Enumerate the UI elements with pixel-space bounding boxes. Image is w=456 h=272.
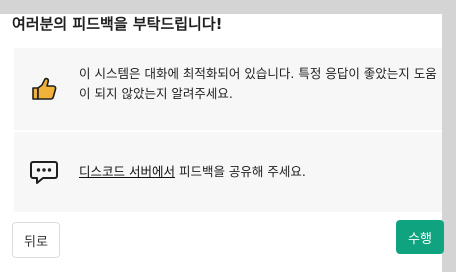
feedback-card-rating: 이 시스템은 대화에 최적화되어 있습니다. 특정 응답이 좋았는지 도움이 되… [14, 48, 442, 130]
chat-bubble-icon [30, 158, 58, 186]
dialog-title: 여러분의 피드백을 부탁드립니다! [12, 15, 223, 33]
discord-server-link[interactable]: 디스코드 서버에서 [79, 164, 175, 179]
feedback-dialog: 여러분의 피드백을 부탁드립니다! 이 시스템은 대화에 최적화되어 있습니다.… [0, 14, 444, 272]
feedback-card-discord: 디스코드 서버에서 피드백을 공유해 주세요. [14, 132, 442, 212]
rating-instruction-text: 이 시스템은 대화에 최적화되어 있습니다. 특정 응답이 좋았는지 도움이 되… [79, 66, 437, 101]
discord-feedback-text: 디스코드 서버에서 피드백을 공유해 주세요. [79, 162, 438, 182]
thumbs-up-icon [30, 75, 58, 103]
back-button[interactable]: 뒤로 [12, 222, 60, 258]
discord-suffix-text: 피드백을 공유해 주세요. [174, 164, 306, 179]
done-button[interactable]: 수행 [396, 220, 444, 254]
